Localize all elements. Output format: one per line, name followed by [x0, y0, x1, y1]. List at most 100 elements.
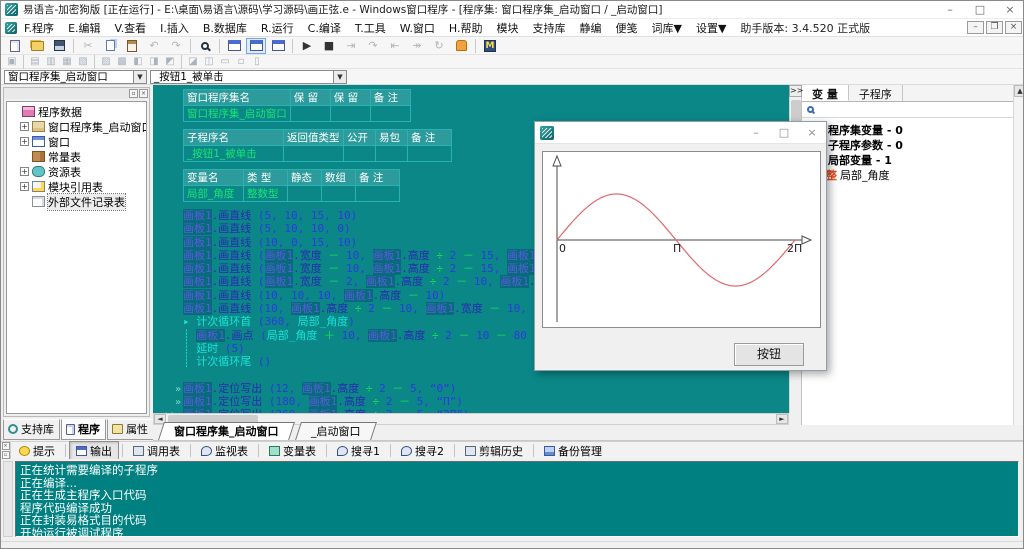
- table-data-cell[interactable]: [344, 146, 376, 162]
- tab-variables[interactable]: 变 量: [802, 85, 849, 101]
- variable-search-row[interactable]: [802, 102, 1024, 118]
- menu-item[interactable]: 模块: [489, 20, 525, 36]
- table-data-cell[interactable]: [290, 106, 330, 122]
- debug-tab-output[interactable]: 输出: [69, 441, 119, 461]
- panel-scrollbar[interactable]: ▲: [1013, 85, 1024, 441]
- menu-item[interactable]: F.程序: [17, 20, 61, 36]
- variables-tree-item[interactable]: 局部变量 - 1: [812, 152, 1024, 167]
- debug-tab-variable-table[interactable]: 变量表: [262, 441, 323, 461]
- table-data-cell[interactable]: [288, 186, 322, 202]
- menu-item[interactable]: 支持库: [525, 20, 572, 36]
- close-button[interactable]: ×: [798, 122, 826, 143]
- document-tab[interactable]: 窗口程序集_启动窗口: [158, 422, 294, 440]
- tree-item[interactable]: +资源表: [10, 164, 146, 179]
- menu-item[interactable]: 设置▼: [689, 20, 733, 36]
- menu-item[interactable]: 词库▼: [644, 20, 688, 36]
- scroll-up-icon[interactable]: ▲: [1014, 85, 1024, 97]
- stop-icon[interactable]: ■: [319, 38, 339, 54]
- menu-item[interactable]: V.查看: [108, 20, 154, 36]
- scroll-right-icon[interactable]: ►: [776, 414, 788, 424]
- tree-root[interactable]: 程序数据: [10, 104, 146, 119]
- chevron-down-icon[interactable]: ▼: [333, 71, 346, 83]
- chevron-down-icon[interactable]: ▼: [133, 71, 146, 83]
- menu-item[interactable]: W.窗口: [393, 20, 442, 36]
- menu-item[interactable]: 静编: [572, 20, 608, 36]
- pane-float-button[interactable]: ▫: [2, 451, 10, 459]
- table-data-cell[interactable]: [322, 186, 356, 202]
- new-file-icon[interactable]: [5, 38, 25, 54]
- mdi-close-button[interactable]: ×: [1005, 21, 1022, 34]
- debug-tab-hint[interactable]: 提示: [12, 441, 62, 461]
- table-data-cell[interactable]: 局部_角度: [184, 186, 244, 202]
- document-tab[interactable]: _启动窗口: [295, 422, 376, 440]
- tree-item[interactable]: 外部文件记录表: [10, 194, 146, 209]
- code-line[interactable]: »画板1.定位写出 (12, 画板1.高度 ÷ 2 － 5, “0”): [153, 382, 789, 395]
- variables-tree-item[interactable]: 子程序参数 - 0: [812, 137, 1024, 152]
- debug-tab-search1[interactable]: 搜寻1: [330, 441, 387, 461]
- mdi-restore-button[interactable]: ❐: [986, 21, 1003, 34]
- save-icon[interactable]: [49, 38, 69, 54]
- tab-program[interactable]: 程序: [61, 419, 106, 440]
- program-button[interactable]: 按钮: [734, 343, 804, 366]
- tree-item[interactable]: +窗口程序集_启动窗口: [10, 119, 146, 134]
- code-line[interactable]: »画板1.定位写出 (180, 画板1.高度 ÷ 2 － 5, “Π”): [153, 395, 789, 408]
- menu-item[interactable]: R.运行: [254, 20, 301, 36]
- program-window[interactable]: – □ × 0Π2Π 按钮: [534, 121, 827, 371]
- menu-item[interactable]: E.编辑: [61, 20, 107, 36]
- table-data-cell[interactable]: _按钮1_被单击: [184, 146, 284, 162]
- tab-properties[interactable]: 属性: [107, 419, 154, 440]
- table-data-cell[interactable]: [408, 146, 452, 162]
- variables-tree-item[interactable]: 程序集变量 - 0: [812, 122, 1024, 137]
- menu-item[interactable]: H.帮助: [442, 20, 490, 36]
- maximize-button[interactable]: □: [770, 122, 798, 143]
- paste-icon[interactable]: [122, 38, 142, 54]
- panel-collapse-button[interactable]: >>: [789, 85, 802, 97]
- menu-item[interactable]: C.编译: [301, 20, 348, 36]
- expand-icon[interactable]: +: [20, 122, 29, 131]
- table-data-cell[interactable]: 窗口程序集_启动窗口: [184, 106, 291, 122]
- close-button[interactable]: ×: [995, 1, 1024, 18]
- tree-item[interactable]: +窗口: [10, 134, 146, 149]
- tab-support-lib[interactable]: 支持库: [3, 419, 60, 440]
- table-data-cell[interactable]: 整数型: [244, 186, 288, 202]
- view-both-icon[interactable]: [268, 38, 288, 54]
- open-file-icon[interactable]: [27, 38, 47, 54]
- output-gutter[interactable]: [3, 461, 13, 537]
- pause-icon[interactable]: [451, 38, 471, 54]
- tab-subroutines[interactable]: 子程序: [849, 85, 903, 101]
- debug-tab-backup[interactable]: 备份管理: [537, 441, 609, 461]
- mdi-minimize-button[interactable]: –: [967, 21, 984, 34]
- menu-item[interactable]: B.数据库: [196, 20, 254, 36]
- routine-combobox[interactable]: _按钮1_被单击 ▼: [150, 70, 347, 84]
- tree-item[interactable]: +模块引用表: [10, 179, 146, 194]
- table-data-cell[interactable]: [356, 186, 400, 202]
- panel-close-button[interactable]: ×: [139, 89, 148, 98]
- menu-item[interactable]: I.插入: [153, 20, 196, 36]
- program-window-titlebar[interactable]: – □ ×: [535, 122, 826, 144]
- compiler-output[interactable]: 正在统计需要编译的子程序正在编译...正在生成主程序入口代码程序代码编译成功正在…: [15, 461, 1019, 537]
- debug-tab-call-table[interactable]: 调用表: [126, 441, 187, 461]
- debug-tab-clip-history[interactable]: 剪辑历史: [458, 441, 530, 461]
- menu-item[interactable]: T.工具: [348, 20, 393, 36]
- view-form-icon[interactable]: [246, 38, 266, 54]
- debug-tab-search2[interactable]: 搜寻2: [394, 441, 451, 461]
- table-data-cell[interactable]: [284, 146, 344, 162]
- copy-icon[interactable]: [100, 38, 120, 54]
- menu-item[interactable]: 便笺: [608, 20, 644, 36]
- minimize-button[interactable]: –: [742, 122, 770, 143]
- table-data-cell[interactable]: [330, 106, 370, 122]
- run-icon[interactable]: ▶: [297, 38, 317, 54]
- tree-item[interactable]: 常量表: [10, 149, 146, 164]
- minimize-button[interactable]: –: [935, 1, 965, 18]
- panel-float-button[interactable]: ▫: [129, 89, 138, 98]
- expand-icon[interactable]: +: [20, 167, 29, 176]
- expand-icon[interactable]: +: [20, 137, 29, 146]
- view-code-icon[interactable]: [224, 38, 244, 54]
- variables-tree-item[interactable]: 整局部_角度: [812, 167, 1024, 182]
- maximize-button[interactable]: □: [965, 1, 995, 18]
- expand-icon[interactable]: +: [20, 182, 29, 191]
- assembly-combobox[interactable]: 窗口程序集_启动窗口 ▼: [4, 70, 147, 84]
- pane-close-button[interactable]: ×: [2, 442, 10, 450]
- table-data-cell[interactable]: [370, 106, 410, 122]
- table-data-cell[interactable]: [376, 146, 408, 162]
